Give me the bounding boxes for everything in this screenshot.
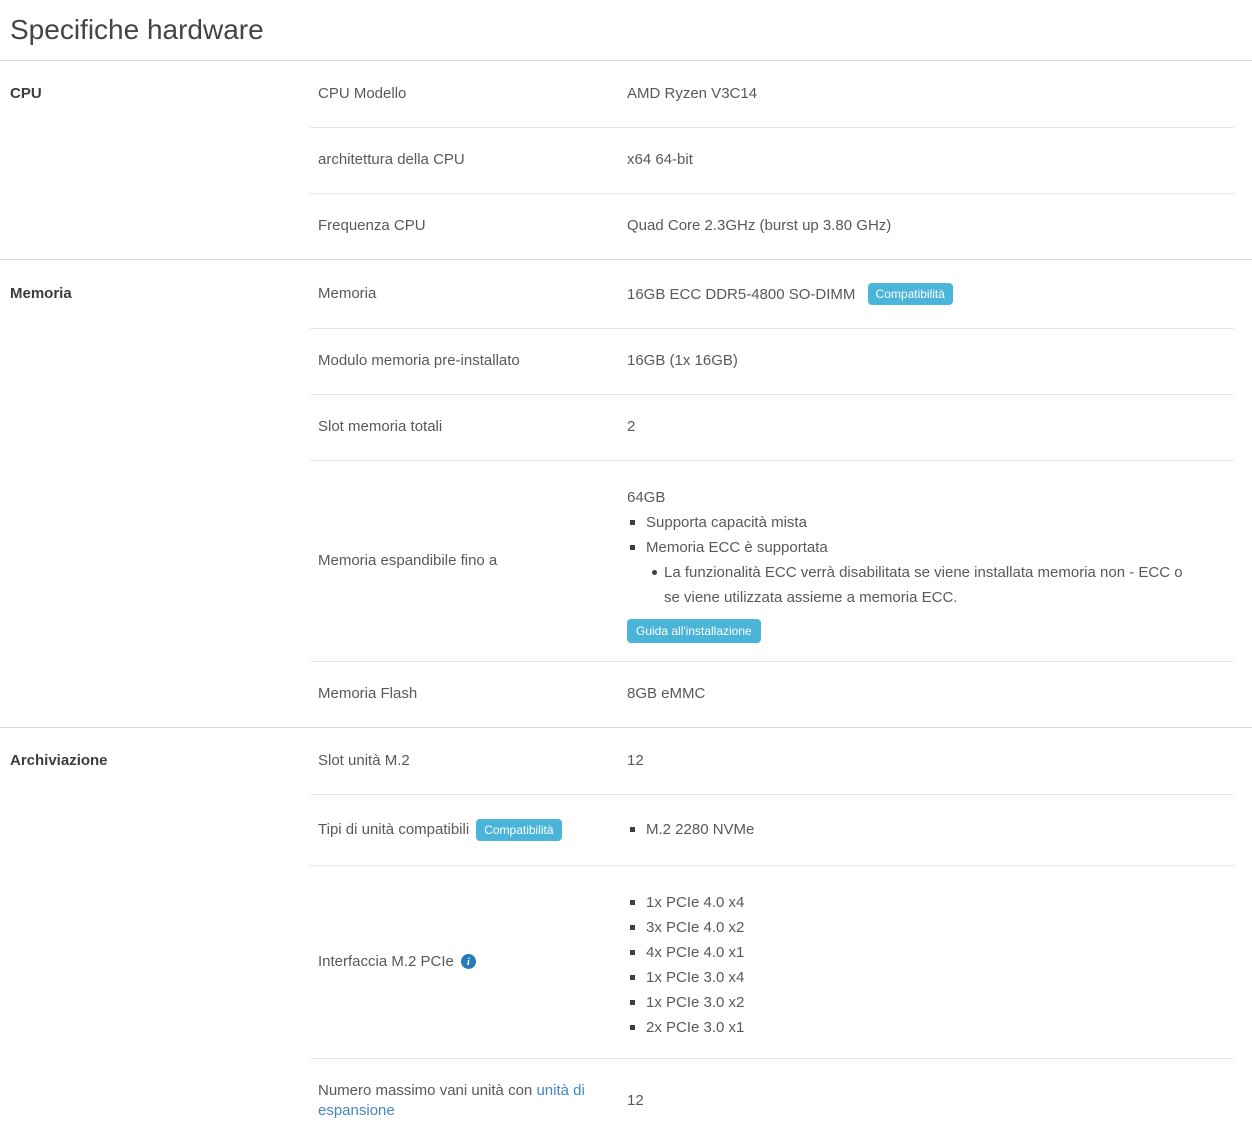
spec-label-text: Numero massimo vani unità con (318, 1082, 536, 1099)
spec-label: Tipi di unità compatibili Compatibilità (310, 796, 627, 864)
square-bullet-icon (630, 950, 635, 955)
page-title: Specifiche hardware (0, 0, 1252, 60)
list-item: Supporta capacità mista (630, 510, 1234, 535)
spec-row: Numero massimo vani unità con unità di e… (0, 1058, 1252, 1144)
list-item: 4x PCIe 4.0 x1 (630, 940, 1234, 965)
spec-label: Memoria (310, 261, 627, 327)
spec-row: Frequenza CPU Quad Core 2.3GHz (burst up… (0, 193, 1252, 259)
list-item: M.2 2280 NVMe (630, 817, 1230, 842)
spec-row: Modulo memoria pre-installato 16GB (1x 1… (0, 328, 1252, 394)
spec-row: Memoria Flash 8GB eMMC (0, 661, 1252, 727)
compatible-drive-types-list: M.2 2280 NVMe (627, 817, 1230, 842)
section-spacer (10, 1078, 310, 1124)
list-item: 1x PCIe 3.0 x2 (630, 990, 1234, 1015)
section-spacer (10, 338, 310, 384)
spec-label: Modulo memoria pre-installato (310, 328, 627, 394)
spec-label-text: Interfaccia M.2 PCIe (318, 952, 454, 972)
section-spacer (10, 137, 310, 183)
square-bullet-icon (630, 545, 635, 550)
square-bullet-icon (630, 827, 635, 832)
spec-row: Memoria espandibile fino a 64GB Supporta… (0, 460, 1252, 661)
spec-value-text: 16GB ECC DDR5-4800 SO-DIMM (627, 286, 855, 303)
spec-label: CPU Modello (310, 61, 627, 127)
spec-row: Interfaccia M.2 PCIe i 1x PCIe 4.0 x4 3x… (0, 865, 1252, 1058)
spec-label: Numero massimo vani unità con unità di e… (310, 1058, 627, 1144)
square-bullet-icon (630, 975, 635, 980)
section-spacer (10, 807, 310, 853)
spec-row: Tipi di unità compatibili Compatibilità … (0, 794, 1252, 865)
spec-label: Slot memoria totali (310, 394, 627, 460)
round-bullet-icon (652, 570, 657, 575)
section-title-archiviazione: Archiviazione (10, 728, 310, 794)
square-bullet-icon (630, 1000, 635, 1005)
spec-value: 12 (627, 1068, 1234, 1134)
spec-value: M.2 2280 NVMe (627, 794, 1234, 865)
spec-row: Memoria Memoria 16GB ECC DDR5-4800 SO-DI… (0, 260, 1252, 328)
spec-label: Frequenza CPU (310, 193, 627, 259)
spec-row: architettura della CPU x64 64-bit (0, 127, 1252, 193)
spec-value: x64 64-bit (627, 127, 1234, 193)
compatibility-badge[interactable]: Compatibilità (476, 819, 561, 841)
spec-value: 1x PCIe 4.0 x4 3x PCIe 4.0 x2 4x PCIe 4.… (627, 865, 1234, 1058)
section-spacer (10, 939, 310, 985)
section-spacer (10, 203, 310, 249)
expandable-memory-notes: Supporta capacità mista Memoria ECC è su… (627, 510, 1234, 610)
section-cpu: CPU CPU Modello AMD Ryzen V3C14 architet… (0, 60, 1252, 259)
square-bullet-icon (630, 1025, 635, 1030)
spec-value: AMD Ryzen V3C14 (627, 61, 1234, 127)
list-item: 1x PCIe 4.0 x4 (630, 890, 1234, 915)
compatibility-badge[interactable]: Compatibilità (868, 283, 953, 305)
spec-value: 16GB (1x 16GB) (627, 328, 1234, 394)
spec-label: architettura della CPU (310, 127, 627, 193)
list-item: 1x PCIe 3.0 x4 (630, 965, 1234, 990)
section-spacer (10, 538, 310, 584)
spec-row: Slot memoria totali 2 (0, 394, 1252, 460)
m2-pcie-interface-list: 1x PCIe 4.0 x4 3x PCIe 4.0 x2 4x PCIe 4.… (627, 890, 1234, 1040)
spec-value: 2 (627, 394, 1234, 460)
square-bullet-icon (630, 900, 635, 905)
spec-value: 8GB eMMC (627, 661, 1234, 727)
spec-label: Interfaccia M.2 PCIe i (310, 929, 627, 995)
spec-value: 64GB Supporta capacità mista Memoria ECC… (627, 460, 1234, 661)
list-item: Memoria ECC è supportata (630, 535, 1234, 560)
spec-row: Archiviazione Slot unità M.2 12 (0, 728, 1252, 794)
square-bullet-icon (630, 520, 635, 525)
section-memoria: Memoria Memoria 16GB ECC DDR5-4800 SO-DI… (0, 259, 1252, 727)
section-title-cpu: CPU (10, 61, 310, 127)
spec-row: CPU CPU Modello AMD Ryzen V3C14 (0, 61, 1252, 127)
section-archiviazione: Archiviazione Slot unità M.2 12 Tipi di … (0, 727, 1252, 1144)
info-icon[interactable]: i (461, 954, 476, 969)
section-spacer (10, 404, 310, 450)
spec-value: Quad Core 2.3GHz (burst up 3.80 GHz) (627, 193, 1234, 259)
spec-label: Memoria espandibile fino a (310, 528, 627, 594)
expandable-memory-total: 64GB (627, 485, 1234, 510)
spec-label: Slot unità M.2 (310, 728, 627, 794)
spec-label-text: Tipi di unità compatibili (318, 820, 469, 840)
spec-value: 16GB ECC DDR5-4800 SO-DIMM Compatibilità (627, 260, 1234, 328)
spec-label: Memoria Flash (310, 661, 627, 727)
installation-guide-button[interactable]: Guida all'installazione (627, 619, 761, 643)
list-item: 2x PCIe 3.0 x1 (630, 1015, 1234, 1040)
section-title-memoria: Memoria (10, 261, 310, 327)
list-item: 3x PCIe 4.0 x2 (630, 915, 1234, 940)
list-sub-item: La funzionalità ECC verrà disabilitata s… (630, 560, 1234, 610)
section-spacer (10, 671, 310, 717)
square-bullet-icon (630, 925, 635, 930)
spec-value: 12 (627, 728, 1234, 794)
